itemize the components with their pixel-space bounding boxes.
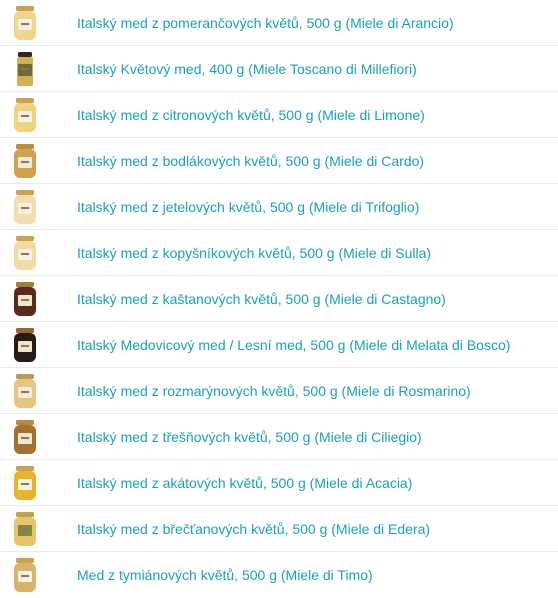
product-link[interactable]: Italský med z břečťanových květů, 500 g … xyxy=(77,506,430,552)
product-link[interactable]: Italský med z třešňových květů, 500 g (M… xyxy=(77,414,422,460)
list-item[interactable]: Italský med z třešňových květů, 500 g (M… xyxy=(0,414,558,460)
honey-jar-image[interactable] xyxy=(10,142,40,180)
honey-jar-image[interactable] xyxy=(10,188,40,226)
list-item[interactable]: Italský med z citronových květů, 500 g (… xyxy=(0,92,558,138)
honey-jar-icon xyxy=(14,512,36,546)
honey-jar-image[interactable] xyxy=(10,4,40,42)
list-item[interactable]: Italský med z kopyšníkových květů, 500 g… xyxy=(0,230,558,276)
honey-jar-image[interactable] xyxy=(10,234,40,272)
product-link[interactable]: Italský med z jetelových květů, 500 g (M… xyxy=(77,184,419,230)
product-link[interactable]: Italský Květový med, 400 g (Miele Toscan… xyxy=(77,46,417,92)
product-link[interactable]: Italský med z bodlákových květů, 500 g (… xyxy=(77,138,424,184)
honey-jar-image[interactable] xyxy=(10,510,40,548)
honey-jar-image[interactable] xyxy=(10,556,40,594)
honey-jar-icon xyxy=(17,52,33,86)
honey-jar-icon xyxy=(14,98,36,132)
product-link[interactable]: Italský med z akátových květů, 500 g (Mi… xyxy=(77,460,412,506)
product-link[interactable]: Med z tymiánových květů, 500 g (Miele di… xyxy=(77,552,373,598)
product-link[interactable]: Italský med z rozmarýnových květů, 500 g… xyxy=(77,368,471,414)
product-link[interactable]: Italský med z kaštanových květů, 500 g (… xyxy=(77,276,446,322)
honey-jar-icon xyxy=(14,420,36,454)
list-item[interactable]: Med z tymiánových květů, 500 g (Miele di… xyxy=(0,552,558,598)
honey-jar-icon xyxy=(14,190,36,224)
product-list: Italský med z pomerančových květů, 500 g… xyxy=(0,0,558,598)
honey-jar-icon xyxy=(14,6,36,40)
honey-jar-image[interactable] xyxy=(10,418,40,456)
honey-jar-icon xyxy=(14,374,36,408)
product-link[interactable]: Italský med z pomerančových květů, 500 g… xyxy=(77,0,454,46)
product-link[interactable]: Italský med z kopyšníkových květů, 500 g… xyxy=(77,230,431,276)
list-item[interactable]: Italský med z pomerančových květů, 500 g… xyxy=(0,0,558,46)
honey-jar-image[interactable] xyxy=(10,50,40,88)
honey-jar-icon xyxy=(14,144,36,178)
honey-jar-image[interactable] xyxy=(10,280,40,318)
list-item[interactable]: Italský med z jetelových květů, 500 g (M… xyxy=(0,184,558,230)
list-item[interactable]: Italský med z bodlákových květů, 500 g (… xyxy=(0,138,558,184)
honey-jar-icon xyxy=(14,236,36,270)
honey-jar-icon xyxy=(14,282,36,316)
list-item[interactable]: Italský med z akátových květů, 500 g (Mi… xyxy=(0,460,558,506)
list-item[interactable]: Italský Květový med, 400 g (Miele Toscan… xyxy=(0,46,558,92)
honey-jar-image[interactable] xyxy=(10,326,40,364)
list-item[interactable]: Italský Medovicový med / Lesní med, 500 … xyxy=(0,322,558,368)
honey-jar-icon xyxy=(14,558,36,592)
list-item[interactable]: Italský med z rozmarýnových květů, 500 g… xyxy=(0,368,558,414)
list-item[interactable]: Italský med z kaštanových květů, 500 g (… xyxy=(0,276,558,322)
product-link[interactable]: Italský Medovicový med / Lesní med, 500 … xyxy=(77,322,510,368)
list-item[interactable]: Italský med z břečťanových květů, 500 g … xyxy=(0,506,558,552)
honey-jar-image[interactable] xyxy=(10,96,40,134)
honey-jar-image[interactable] xyxy=(10,464,40,502)
honey-jar-icon xyxy=(14,466,36,500)
honey-jar-icon xyxy=(14,328,36,362)
product-link[interactable]: Italský med z citronových květů, 500 g (… xyxy=(77,92,425,138)
honey-jar-image[interactable] xyxy=(10,372,40,410)
